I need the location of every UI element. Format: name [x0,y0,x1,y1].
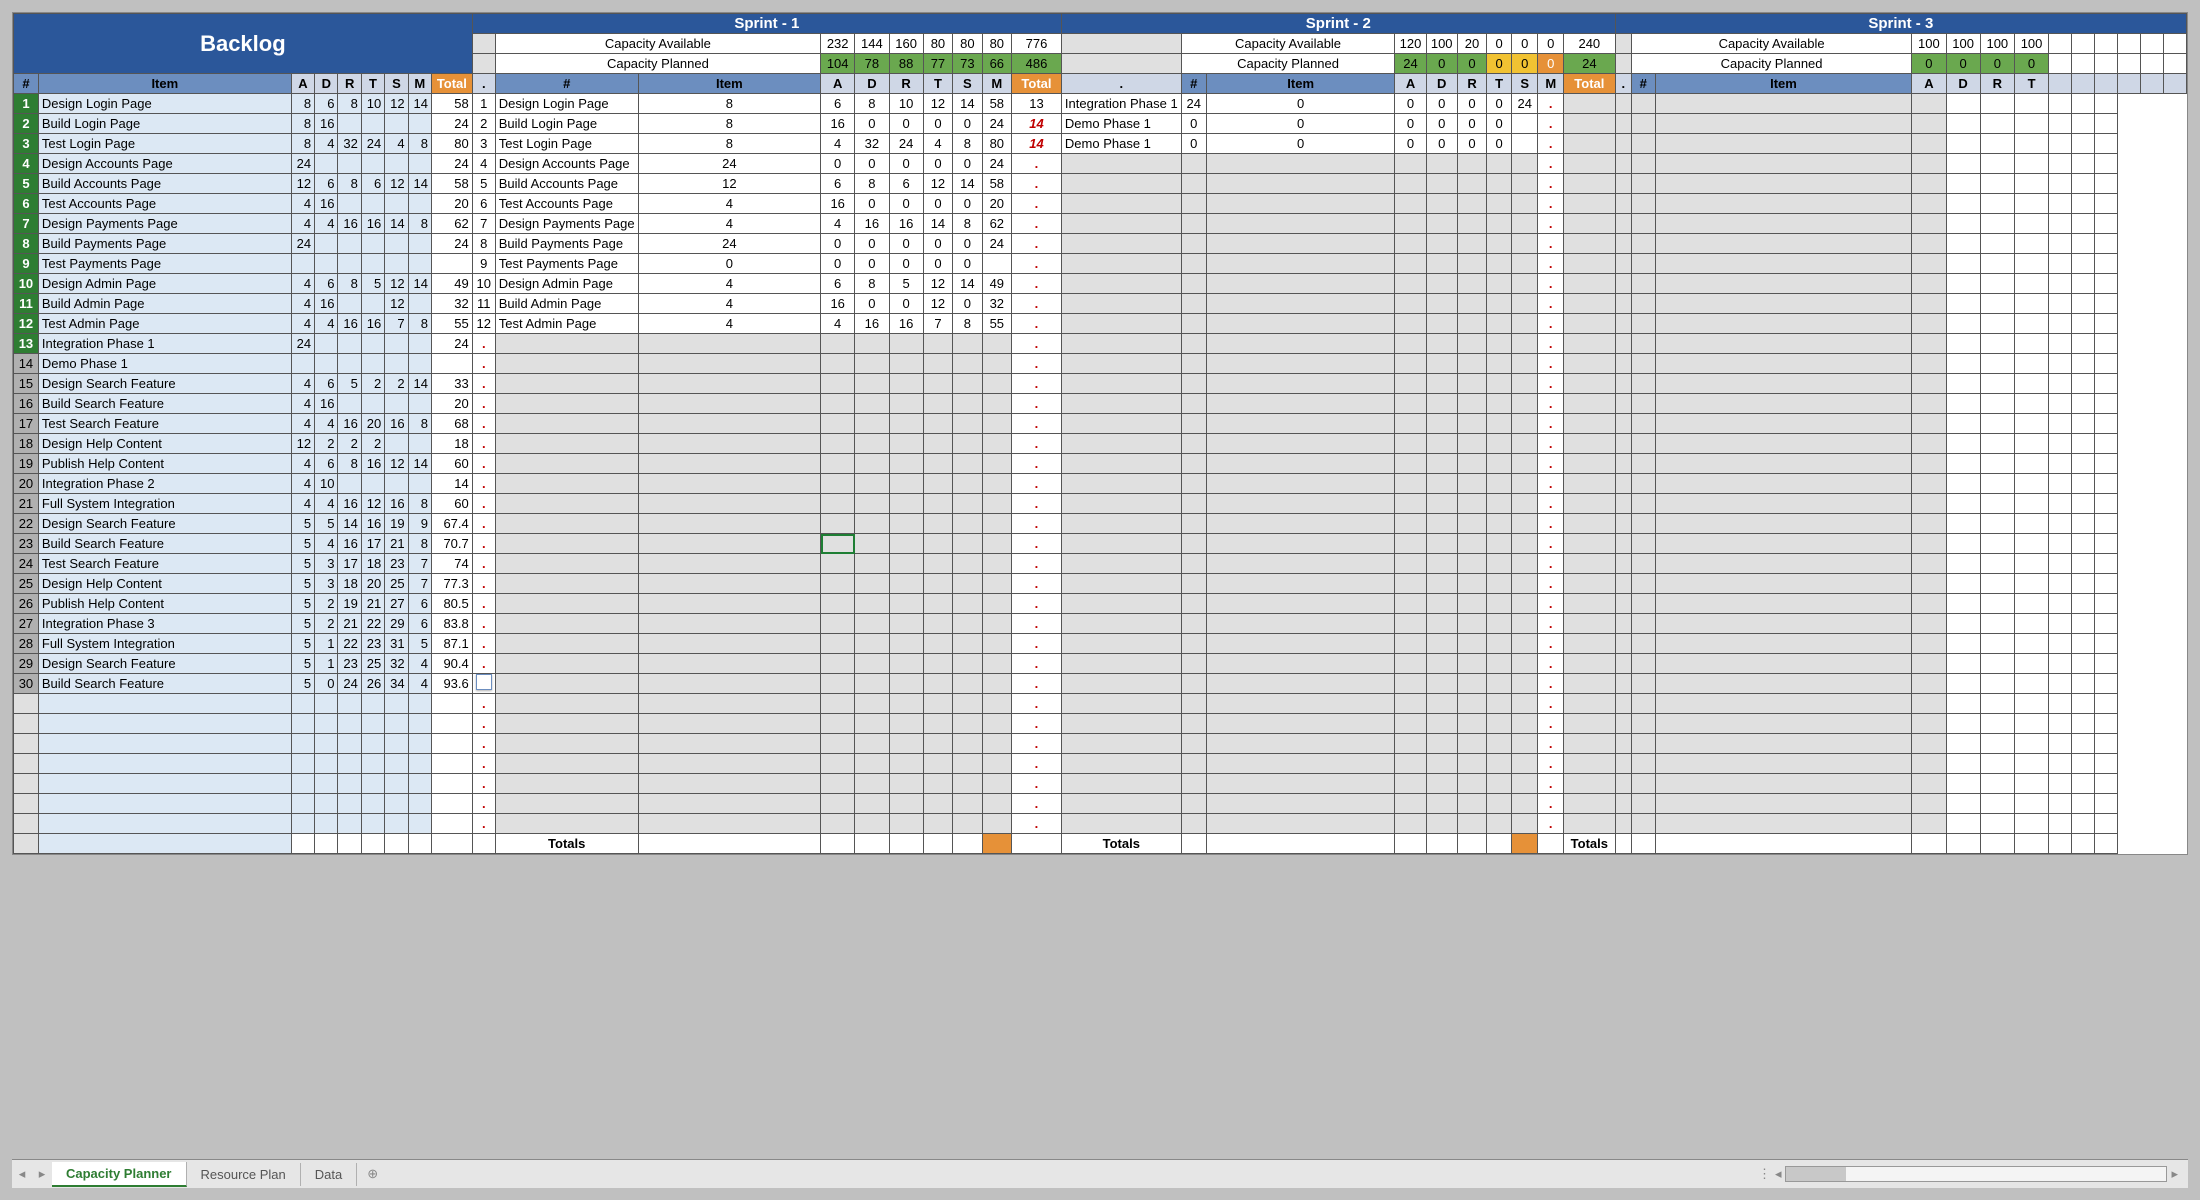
backlog-row-num[interactable]: 21 [14,494,39,514]
scroll-left[interactable]: ◂ [1775,1166,1782,1182]
backlog-item[interactable]: Design Admin Page [38,274,291,294]
smart-tag-icon[interactable] [476,674,492,690]
backlog-row-num[interactable]: 16 [14,394,39,414]
tab-nav-prev[interactable]: ◂ [12,1166,32,1182]
backlog-row-num[interactable]: 4 [14,154,39,174]
backlog-item[interactable]: Publish Help Content [38,454,291,474]
backlog-row-num[interactable]: 6 [14,194,39,214]
backlog-row-num[interactable]: 11 [14,294,39,314]
backlog-row-num[interactable]: 1 [14,94,39,114]
backlog-item[interactable]: Integration Phase 2 [38,474,291,494]
backlog-row-num[interactable]: 23 [14,534,39,554]
backlog-row-num[interactable]: 12 [14,314,39,334]
backlog-item[interactable]: Design Search Feature [38,654,291,674]
backlog-row-num[interactable]: 13 [14,334,39,354]
sprint2-item[interactable]: Demo Phase 1 [1061,134,1181,154]
backlog-row-num[interactable]: 17 [14,414,39,434]
cap-avail-label: Capacity Available [495,34,820,54]
backlog-row-num[interactable]: 24 [14,554,39,574]
backlog-item[interactable]: Full System Integration [38,494,291,514]
sprint2-item[interactable]: Demo Phase 1 [1061,114,1181,134]
backlog-row-num[interactable]: 22 [14,514,39,534]
backlog-row-num[interactable]: 8 [14,234,39,254]
sprint1-item[interactable]: Test Login Page [495,134,638,154]
sprint3-header: Sprint - 3 [1615,14,2186,34]
backlog-row-num[interactable]: 25 [14,574,39,594]
backlog-item[interactable]: Build Accounts Page [38,174,291,194]
add-sheet-button[interactable]: ⊕ [357,1162,388,1186]
backlog-row-num[interactable]: 29 [14,654,39,674]
backlog-item[interactable]: Test Payments Page [38,254,291,274]
sprint2-header: Sprint - 2 [1061,14,1615,34]
capacity-planner-grid[interactable]: Backlog Sprint - 1 Sprint - 2 Sprint - 3… [13,13,2187,854]
backlog-row-num[interactable]: 3 [14,134,39,154]
backlog-row-num[interactable]: 20 [14,474,39,494]
backlog-row-num[interactable]: 26 [14,594,39,614]
sprint2-item[interactable]: Integration Phase 1 [1061,94,1181,114]
sprint1-item[interactable]: Design Admin Page [495,274,638,294]
backlog-item[interactable]: Build Login Page [38,114,291,134]
backlog-item[interactable]: Publish Help Content [38,594,291,614]
backlog-row-num[interactable]: 27 [14,614,39,634]
sprint1-item[interactable]: Build Accounts Page [495,174,638,194]
horizontal-scrollbar[interactable] [1785,1166,2167,1182]
sprint1-item[interactable]: Build Payments Page [495,234,638,254]
sprint1-item[interactable]: Design Payments Page [495,214,638,234]
backlog-row-num[interactable]: 15 [14,374,39,394]
backlog-row-num[interactable]: 18 [14,434,39,454]
sprint1-item[interactable]: Test Admin Page [495,314,638,334]
sprint1-item[interactable]: Build Login Page [495,114,638,134]
backlog-row-num[interactable]: 28 [14,634,39,654]
backlog-item[interactable]: Design Login Page [38,94,291,114]
sprint1-item[interactable]: Design Accounts Page [495,154,638,174]
backlog-item[interactable]: Build Search Feature [38,394,291,414]
sprint1-item[interactable]: Build Admin Page [495,294,638,314]
backlog-row-num[interactable]: 9 [14,254,39,274]
backlog-item[interactable]: Design Search Feature [38,374,291,394]
backlog-item[interactable]: Build Admin Page [38,294,291,314]
backlog-item[interactable]: Design Payments Page [38,214,291,234]
backlog-row-num[interactable]: 14 [14,354,39,374]
backlog-item[interactable]: Test Login Page [38,134,291,154]
backlog-item[interactable]: Design Accounts Page [38,154,291,174]
backlog-item[interactable]: Integration Phase 3 [38,614,291,634]
tab-nav-next[interactable]: ▸ [32,1166,52,1182]
backlog-item[interactable]: Test Accounts Page [38,194,291,214]
backlog-item[interactable]: Demo Phase 1 [38,354,291,374]
sprint1-item[interactable]: Design Login Page [495,94,638,114]
sprint1-header: Sprint - 1 [472,14,1061,34]
tab-resource-plan[interactable]: Resource Plan [187,1163,301,1186]
sprint1-item[interactable]: Test Accounts Page [495,194,638,214]
backlog-item[interactable]: Build Payments Page [38,234,291,254]
backlog-row-num[interactable]: 7 [14,214,39,234]
split-handle[interactable]: ⋮ [1758,1166,1771,1182]
backlog-row-num[interactable]: 19 [14,454,39,474]
sprint1-item[interactable]: Test Payments Page [495,254,638,274]
backlog-item[interactable]: Build Search Feature [38,534,291,554]
backlog-item[interactable]: Design Help Content [38,574,291,594]
tab-capacity-planner[interactable]: Capacity Planner [52,1162,187,1187]
backlog-item[interactable]: Test Search Feature [38,554,291,574]
tab-data[interactable]: Data [301,1163,357,1186]
backlog-item[interactable]: Design Search Feature [38,514,291,534]
cap-plan-label: Capacity Planned [495,54,820,74]
backlog-item[interactable]: Test Search Feature [38,414,291,434]
backlog-item[interactable]: Build Search Feature [38,674,291,694]
backlog-row-num[interactable]: 10 [14,274,39,294]
backlog-item[interactable]: Integration Phase 1 [38,334,291,354]
backlog-item[interactable]: Full System Integration [38,634,291,654]
sheet-tabs[interactable]: ◂ ▸ Capacity Planner Resource Plan Data … [12,1159,2188,1188]
backlog-row-num[interactable]: 2 [14,114,39,134]
backlog-title: Backlog [14,14,473,74]
backlog-item[interactable]: Test Admin Page [38,314,291,334]
backlog-item[interactable]: Design Help Content [38,434,291,454]
backlog-row-num[interactable]: 5 [14,174,39,194]
scroll-right[interactable]: ▸ [2171,1166,2178,1182]
backlog-row-num[interactable]: 30 [14,674,39,694]
